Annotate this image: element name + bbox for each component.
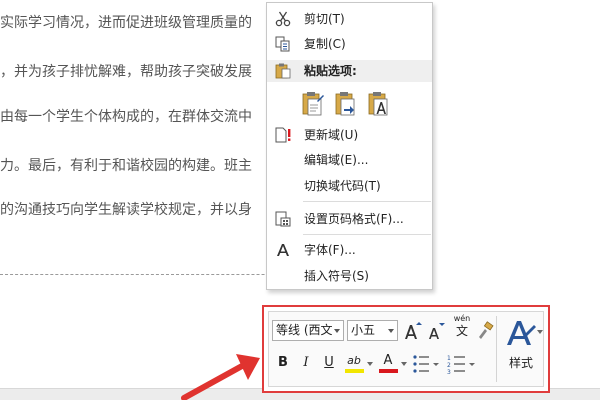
svg-text:3: 3: [447, 369, 451, 375]
font-size-dropdown[interactable]: 小五: [347, 320, 398, 341]
chevron-down-icon: [401, 362, 407, 366]
decrease-font-size-icon[interactable]: [427, 320, 445, 342]
toolbar-separator: [496, 316, 497, 382]
paste-options-row: [267, 86, 432, 120]
menu-item-page-number-format[interactable]: 设置页码格式(F)...: [267, 208, 432, 230]
highlight-color-swatch: [345, 369, 364, 373]
chevron-down-icon: [367, 362, 373, 366]
menu-item-font[interactable]: 字体(F)...: [267, 239, 432, 261]
phonetic-guide-char: 文: [455, 324, 468, 338]
document-text-line: 力。最后，有利于和谐校园的构建。班主: [0, 158, 252, 174]
update-field-icon: [275, 127, 291, 143]
menu-item-label: 粘贴选项:: [304, 64, 357, 78]
menu-item-copy[interactable]: 复制(C): [267, 33, 432, 55]
scissors-icon: [275, 11, 291, 27]
svg-text:2: 2: [447, 362, 451, 369]
format-painter-icon[interactable]: [476, 320, 494, 342]
chevron-down-icon: [537, 330, 543, 334]
paste-keep-formatting-icon[interactable]: [300, 90, 326, 118]
menu-item-toggle-field-codes[interactable]: 切换域代码(T): [267, 175, 432, 197]
clipboard-icon: [275, 63, 291, 79]
font-size-value: 小五: [351, 323, 376, 337]
paste-merge-formatting-icon[interactable]: [333, 90, 359, 118]
bullets-icon[interactable]: [412, 353, 440, 375]
chevron-down-icon: [334, 329, 340, 333]
document-text-line: ，并为孩子排忧解难，帮助孩子突破发展: [0, 64, 252, 80]
font-icon: [277, 244, 289, 256]
document-text-line: 的沟通技巧向学生解读学校规定，并以身: [0, 202, 252, 218]
menu-item-label: 更新域(U): [304, 128, 359, 142]
styles-label: 样式: [508, 356, 533, 370]
phonetic-guide-button[interactable]: wén 文: [452, 314, 472, 342]
document-text-line: 实际学习情况，进而促进班级管理质量的: [0, 15, 252, 31]
svg-text:1: 1: [447, 355, 451, 362]
menu-item-label: 编辑域(E)...: [304, 153, 369, 167]
numbering-icon[interactable]: 1 2 3: [447, 353, 477, 375]
context-menu: 剪切(T) 复制(C) 粘贴选项: 更新域(U) 编辑域(E)... 切换域代码…: [266, 2, 433, 290]
chevron-down-icon: [388, 329, 394, 333]
font-name-value: 等线 (西文: [276, 323, 333, 337]
menu-item-edit-field[interactable]: 编辑域(E)...: [267, 149, 432, 171]
menu-item-label: 字体(F)...: [304, 243, 356, 257]
menu-separator: [303, 234, 431, 235]
menu-item-label: 复制(C): [304, 37, 346, 51]
page-number-format-icon: [275, 211, 291, 227]
styles-icon: [507, 321, 536, 345]
copy-icon: [275, 36, 290, 52]
font-color-swatch: [379, 369, 398, 373]
underline-button[interactable]: U: [321, 352, 337, 374]
mini-toolbar-highlight: 等线 (西文 小五 wén 文 样式 B I U ab A 1 2 3: [262, 305, 550, 393]
font-color-button[interactable]: A: [378, 352, 408, 376]
menu-item-label: 设置页码格式(F)...: [304, 212, 404, 226]
paste-keep-text-only-icon[interactable]: [366, 90, 392, 118]
font-name-dropdown[interactable]: 等线 (西文: [272, 320, 344, 341]
annotation-arrow-icon: [181, 354, 260, 400]
menu-item-label: 切换域代码(T): [304, 179, 381, 193]
menu-item-insert-symbol[interactable]: 插入符号(S): [267, 265, 432, 287]
mini-toolbar: 等线 (西文 小五 wén 文 样式 B I U ab A 1 2 3: [268, 311, 544, 387]
menu-separator: [303, 201, 431, 202]
increase-font-size-icon[interactable]: [404, 320, 422, 342]
menu-item-label: 剪切(T): [304, 12, 345, 26]
paste-options-header: 粘贴选项:: [267, 60, 432, 82]
menu-item-update-field[interactable]: 更新域(U): [267, 124, 432, 146]
bold-button[interactable]: B: [275, 352, 291, 374]
menu-item-label: 插入符号(S): [304, 269, 369, 283]
menu-item-cut[interactable]: 剪切(T): [267, 8, 432, 30]
italic-button[interactable]: I: [298, 352, 314, 374]
styles-button[interactable]: 样式: [501, 314, 543, 384]
text-highlight-color-button[interactable]: ab: [344, 352, 374, 376]
document-text-line: 由每一个学生个体构成的，在群体交流中: [0, 109, 252, 125]
